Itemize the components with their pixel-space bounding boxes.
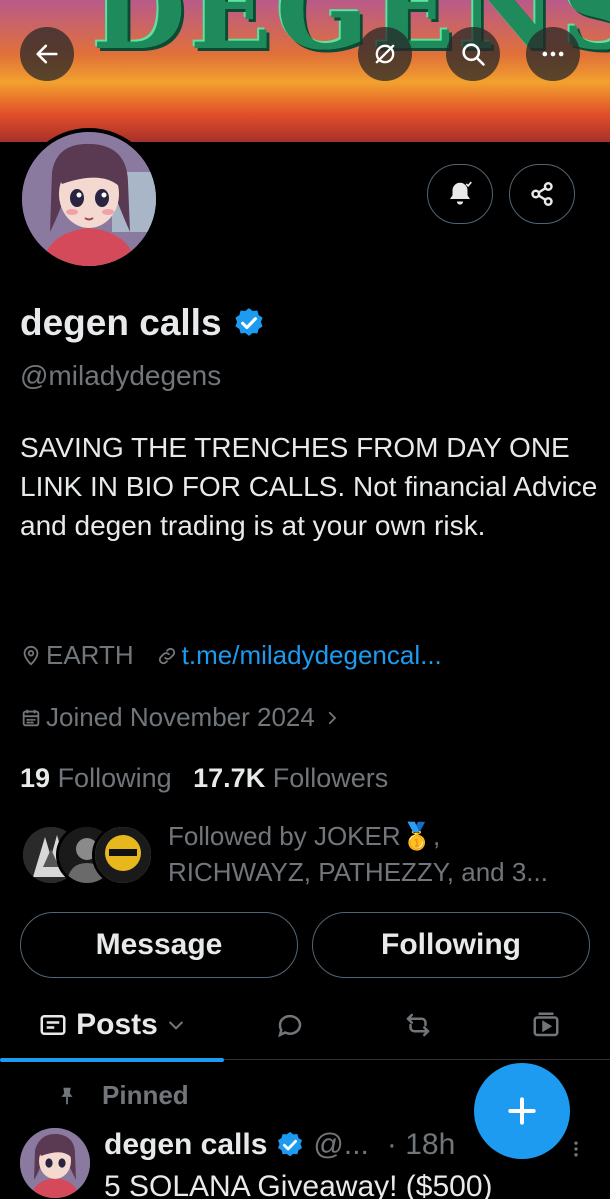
link-icon <box>158 647 175 664</box>
following-count: 19 <box>20 763 51 793</box>
profile-bio: SAVING THE TRENCHES FROM DAY ONE LINK IN… <box>20 432 598 541</box>
followed-by-text[interactable]: Followed by JOKER🥇, RICHWAYZ, PATHEZZY, … <box>168 818 588 890</box>
verified-badge-icon[interactable] <box>232 306 266 340</box>
pin-icon <box>61 1087 73 1104</box>
post-author-handle: @... <box>313 1128 369 1161</box>
tab-active-indicator <box>0 1058 224 1062</box>
mutual-avatar <box>92 824 154 886</box>
profile-link[interactable]: t.me/miladydegencal... <box>182 640 442 671</box>
post-avatar[interactable] <box>20 1128 90 1198</box>
location-icon <box>23 645 39 666</box>
follow-counts: 19 Following 17.7K Followers <box>20 763 388 794</box>
plus-icon <box>508 1097 536 1125</box>
bell-subscribed-icon <box>450 181 472 205</box>
following-button[interactable]: Following <box>312 912 590 978</box>
notifications-button[interactable] <box>427 164 493 224</box>
profile-tabs: Posts <box>0 990 610 1062</box>
profile-avatar[interactable] <box>18 128 160 270</box>
search-icon <box>462 43 485 66</box>
profile-name-text: degen calls <box>20 302 222 343</box>
post-more-button[interactable] <box>566 1136 586 1169</box>
message-button[interactable]: Message <box>20 912 298 978</box>
tab-posts[interactable]: Posts <box>0 990 224 1062</box>
post-header: degen calls @... · 18h <box>104 1128 455 1162</box>
tab-replies[interactable] <box>240 990 340 1060</box>
more-icon <box>542 51 564 57</box>
profile-banner[interactable]: DEGENS <box>0 0 610 142</box>
post-author-name[interactable]: degen calls <box>104 1128 267 1162</box>
posts-icon <box>40 1015 66 1035</box>
media-icon <box>533 1012 559 1037</box>
pinned-label: Pinned <box>102 1080 189 1110</box>
sync-off-icon <box>375 44 395 64</box>
sync-button[interactable] <box>358 27 412 81</box>
mutual-followers-avatars[interactable] <box>20 824 156 888</box>
calendar-icon <box>22 709 40 726</box>
post-time: · 18h <box>386 1128 456 1161</box>
profile-joined-row[interactable]: Joined November 2024 <box>20 702 345 733</box>
repost-icon <box>406 1013 430 1037</box>
tab-posts-label: Posts <box>76 1008 158 1041</box>
profile-meta-row: EARTH t.me/miladydegencal... <box>20 640 442 671</box>
profile-handle: @miladydegens <box>20 360 222 391</box>
share-icon <box>531 182 553 206</box>
replies-icon <box>278 1014 302 1038</box>
chevron-right-icon <box>328 711 337 724</box>
followers-label: Followers <box>272 763 389 793</box>
chevron-down-icon <box>169 1021 183 1030</box>
avatar-illustration <box>22 132 156 266</box>
following-link[interactable]: 19 Following <box>20 763 172 793</box>
post-text: 5 SOLANA Giveaway! ($500) <box>104 1170 493 1199</box>
search-button[interactable] <box>446 27 500 81</box>
followers-link[interactable]: 17.7K Followers <box>193 763 388 793</box>
profile-name: degen calls <box>20 302 266 344</box>
share-profile-button[interactable] <box>509 164 575 224</box>
profile-location: EARTH <box>46 640 134 670</box>
tab-media[interactable] <box>496 990 596 1060</box>
pinned-label-row: Pinned <box>56 1080 189 1111</box>
verified-badge-icon <box>278 1131 303 1157</box>
more-button[interactable] <box>526 27 580 81</box>
tab-reposts[interactable] <box>368 990 468 1060</box>
profile-joined: Joined November 2024 <box>46 702 315 732</box>
more-vertical-icon <box>574 1141 578 1157</box>
followers-count: 17.7K <box>193 763 266 793</box>
back-arrow-icon <box>36 44 58 64</box>
following-label: Following <box>57 763 172 793</box>
compose-post-button[interactable] <box>474 1063 570 1159</box>
back-button[interactable] <box>20 27 74 81</box>
